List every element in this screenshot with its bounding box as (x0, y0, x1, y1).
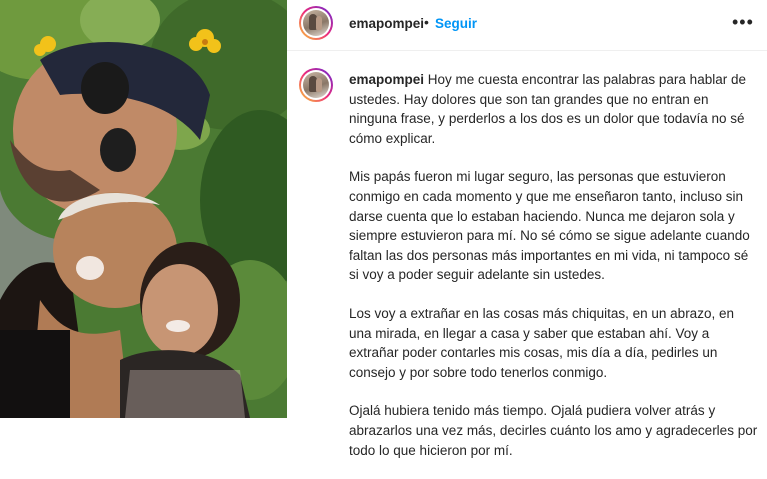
caption-paragraph-1: emapompei Hoy me cuesta encontrar las pa… (349, 70, 759, 148)
separator-dot: • (424, 14, 429, 30)
follow-button[interactable]: Seguir (435, 16, 477, 31)
post-photo (0, 0, 287, 418)
header-username-link[interactable]: emapompei (349, 16, 424, 31)
post-header: emapompei • Seguir ••• (287, 0, 767, 51)
caption-paragraph-4: Ojalá hubiera tenido más tiempo. Ojalá p… (349, 403, 758, 458)
caption-username-link[interactable]: emapompei (349, 72, 424, 87)
caption-paragraph-3: Los voy a extrañar en las cosas más chiq… (349, 305, 734, 380)
post-side-panel: emapompei • Seguir ••• emapompei Hoy me … (287, 0, 767, 458)
more-options-icon[interactable]: ••• (732, 12, 754, 33)
user-avatar[interactable] (299, 6, 333, 40)
caption-avatar[interactable] (299, 68, 333, 102)
caption-paragraph-2: Mis papás fueron mi lugar seguro, las pe… (349, 169, 750, 283)
